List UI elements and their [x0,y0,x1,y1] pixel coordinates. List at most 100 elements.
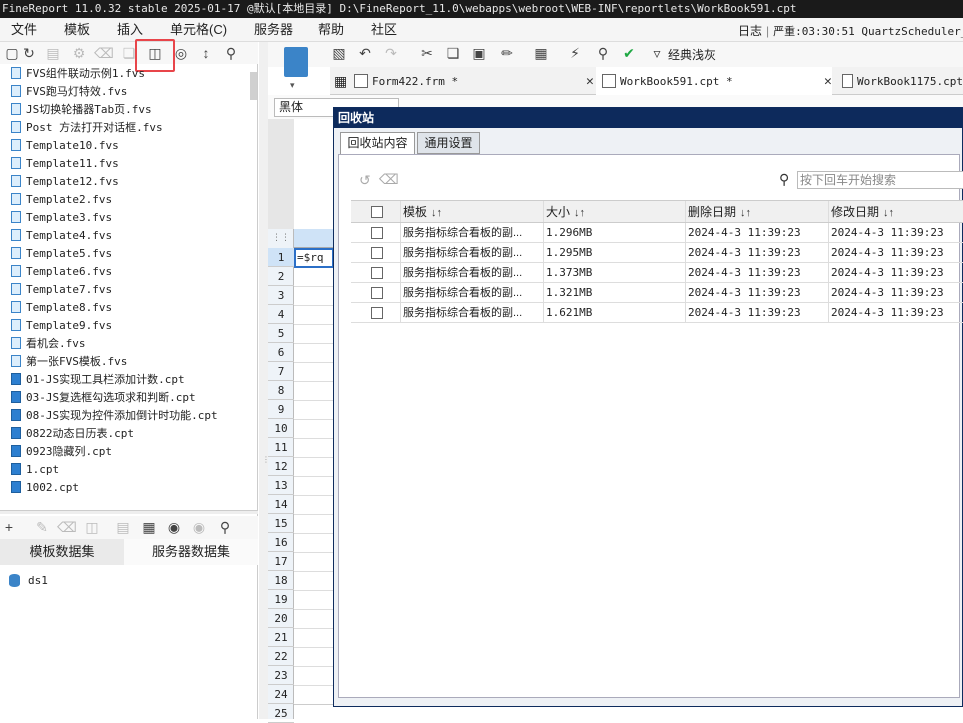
row-checkbox[interactable] [371,227,383,239]
row-number[interactable]: 25 [268,704,294,723]
menu-template[interactable]: 模板 [64,21,90,39]
cut-icon[interactable]: ✂ [418,44,436,62]
tab-general-settings[interactable]: 通用设置 [417,132,480,154]
row-checkbox[interactable] [371,307,383,319]
file-item[interactable]: 看机会.fvs [0,334,86,352]
row-number[interactable]: 3 [268,286,294,305]
table-row[interactable]: 服务指标综合看板的副... 1.373MB 2024-4-3 11:39:23 … [351,263,963,283]
delete-icon[interactable]: ⌫ [57,518,77,536]
file-item[interactable]: 1002.cpt [0,478,79,496]
sort-icon[interactable]: ↓↑ [431,207,442,219]
sort-icon[interactable]: ↓↑ [883,207,894,219]
file-item[interactable]: Template7.fvs [0,280,112,298]
row-number[interactable]: 1 [268,248,294,267]
row-number[interactable]: 12 [268,457,294,476]
tab-workbook591[interactable]: WorkBook591.cpt * ✕ [596,67,832,95]
file-item[interactable]: 03-JS复选框勾选项求和判断.cpt [0,388,196,406]
row-checkbox[interactable] [371,267,383,279]
panel-splitter[interactable] [259,42,268,719]
alert-text[interactable]: 严重:03:30:51 QuartzScheduler_W [773,25,963,38]
collapse-icon[interactable]: ↕ [197,44,215,62]
search-icon[interactable]: ⚲ [222,44,240,62]
row-number[interactable]: 23 [268,666,294,685]
file-item[interactable]: 第一张FVS模板.fvs [0,352,127,370]
vertical-scrollbar[interactable] [250,72,257,100]
menu-insert[interactable]: 插入 [117,21,143,39]
file-item[interactable]: Post 方法打开对话框.fvs [0,118,163,136]
row-number[interactable]: 15 [268,514,294,533]
corner-grip-icon[interactable]: ⋮⋮ [272,232,290,243]
row-number[interactable]: 18 [268,571,294,590]
row-number[interactable]: 11 [268,438,294,457]
lock-icon[interactable]: ▤ [44,44,62,62]
close-icon[interactable]: ✕ [824,74,832,89]
delete-icon[interactable]: ⌫ [94,44,114,62]
save-icon[interactable]: ▧ [330,44,348,62]
menu-community[interactable]: 社区 [371,21,397,39]
restore-icon[interactable]: ↺ [359,172,371,189]
row-number[interactable]: 8 [268,381,294,400]
menu-help[interactable]: 帮助 [318,21,344,39]
panel-divider[interactable] [0,510,258,514]
row-number[interactable]: 22 [268,647,294,666]
file-item[interactable]: Template8.fvs [0,298,112,316]
row-number[interactable]: 6 [268,343,294,362]
file-item[interactable]: 01-JS实现工具栏添加计数.cpt [0,370,185,388]
file-item[interactable]: Template3.fvs [0,208,112,226]
log-button[interactable]: 日志 [738,24,762,38]
row-checkbox[interactable] [371,287,383,299]
row-checkbox[interactable] [371,247,383,259]
new-template-icon[interactable] [284,47,308,77]
copy-icon[interactable]: ❏ [444,44,462,62]
table-row[interactable]: 服务指标综合看板的副... 1.296MB 2024-4-3 11:39:23 … [351,223,963,243]
search-icon[interactable]: ⚲ [779,171,789,188]
row-number[interactable]: 19 [268,590,294,609]
table-row[interactable]: 服务指标综合看板的副... 1.621MB 2024-4-3 11:39:23 … [351,303,963,323]
row-number[interactable]: 7 [268,362,294,381]
database-settings-icon[interactable]: ◉ [190,518,208,536]
column-header-template[interactable]: 模板 ↓↑ [401,201,544,222]
column-header-deleted[interactable]: 删除日期 ↓↑ [686,201,829,222]
edit-icon[interactable]: ✎ [33,518,51,536]
preview-icon[interactable]: ▤ [114,518,132,536]
chevron-down-icon[interactable]: ▾ [290,80,295,91]
search-icon[interactable]: ⚲ [216,518,234,536]
style-theme-label[interactable]: 经典浅灰 [668,46,716,63]
menu-server[interactable]: 服务器 [254,21,293,39]
template-parameter-icon[interactable]: ▦ [532,44,550,62]
file-item[interactable]: Template12.fvs [0,172,119,190]
tab-recycle-content[interactable]: 回收站内容 [340,132,415,155]
row-number[interactable]: 24 [268,685,294,704]
row-number[interactable]: 21 [268,628,294,647]
file-item[interactable]: FVS跑马灯特效.fvs [0,82,127,100]
database-connect-icon[interactable]: ◉ [165,518,183,536]
plugin-icon[interactable]: ⚡ [566,44,584,62]
row-number[interactable]: 9 [268,400,294,419]
row-number[interactable]: 4 [268,305,294,324]
file-item[interactable]: Template5.fvs [0,244,112,262]
row-number[interactable]: 2 [268,267,294,286]
search-input[interactable] [797,171,963,189]
row-number[interactable]: 20 [268,609,294,628]
sort-icon[interactable]: ↓↑ [740,207,751,219]
paste-icon[interactable]: ▣ [470,44,488,62]
column-header-a[interactable] [294,229,334,248]
file-item[interactable]: Template9.fvs [0,316,112,334]
redo-icon[interactable]: ↷ [382,44,400,62]
file-item[interactable]: Template11.fvs [0,154,119,172]
select-all-checkbox[interactable] [371,206,383,218]
table-row[interactable]: 服务指标综合看板的副... 1.295MB 2024-4-3 11:39:23 … [351,243,963,263]
menu-cell[interactable]: 单元格(C) [170,21,227,39]
file-item[interactable]: Template6.fvs [0,262,112,280]
refresh-icon[interactable]: ↻ [20,44,38,62]
row-number[interactable]: 16 [268,533,294,552]
table-row[interactable]: 服务指标综合看板的副... 1.321MB 2024-4-3 11:39:23 … [351,283,963,303]
table-icon[interactable]: ▦ [140,518,158,536]
file-item[interactable]: JS切换轮播器Tab页.fvs [0,100,152,118]
tab-form422[interactable]: Form422.frm * ✕ [354,67,594,95]
trash-icon[interactable]: ⌫ [379,171,399,188]
add-dataset-icon[interactable]: + [0,518,18,536]
file-item[interactable]: 08-JS实现为控件添加倒计时功能.cpt [0,406,218,424]
menu-file[interactable]: 文件 [11,21,37,39]
column-header-modified[interactable]: 修改日期 ↓↑ [829,201,963,222]
